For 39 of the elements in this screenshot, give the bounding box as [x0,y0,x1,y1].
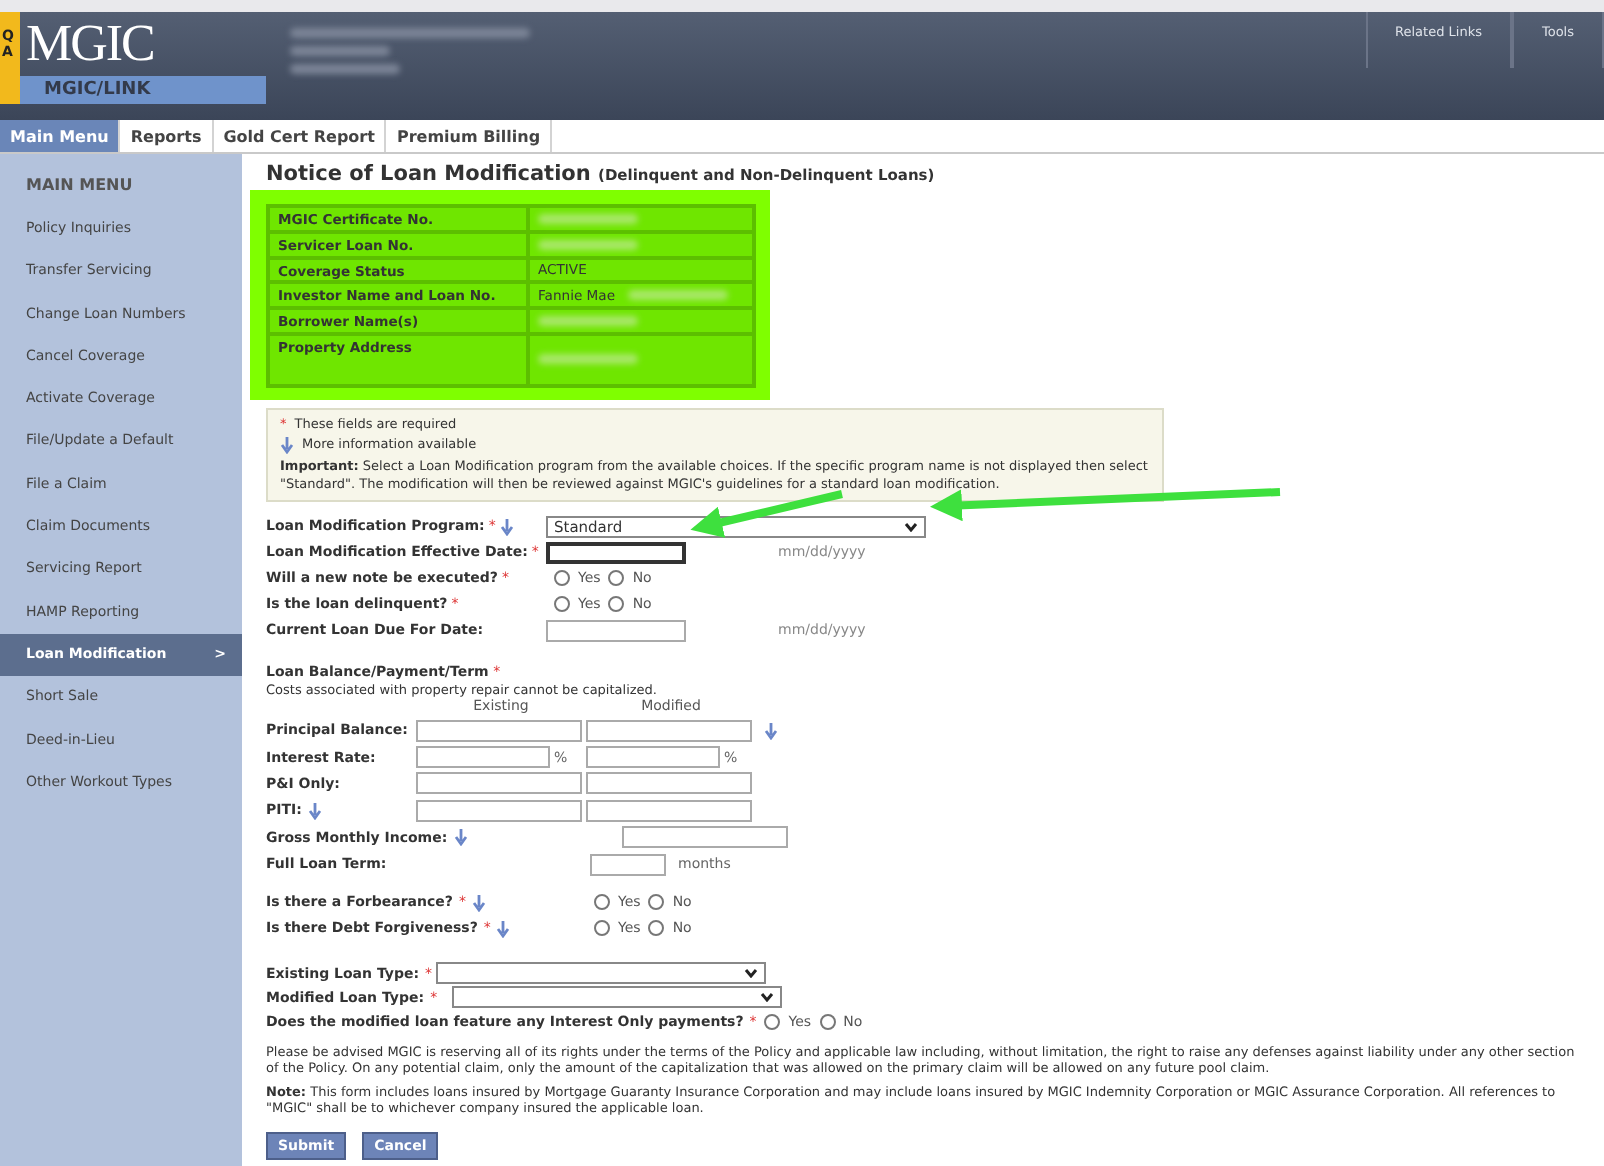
loan-type-select[interactable] [436,962,767,985]
info-icon[interactable] [496,919,511,938]
nav-tab[interactable]: Main Menu [0,120,121,152]
amount-field[interactable] [586,772,752,795]
radio-button[interactable] [648,920,665,937]
date-field[interactable] [546,619,686,642]
blurred-text [290,46,390,56]
radio-button[interactable] [764,1014,781,1031]
amount-field[interactable] [590,853,666,876]
caret-icon [904,521,918,532]
nav-tab[interactable]: Gold Cert Report [213,120,387,152]
amount-field[interactable] [621,826,788,849]
info-icon[interactable] [471,893,486,912]
amount-field[interactable] [586,746,720,769]
info-icon[interactable] [453,828,468,847]
info-icon[interactable] [280,435,294,454]
info-icon[interactable] [499,517,514,536]
amount-field[interactable] [416,772,582,795]
sidebar-heading: MAIN MENU [24,174,135,198]
amount-field[interactable] [416,746,550,769]
radio-button[interactable] [608,596,625,613]
logo: MGIC [24,12,154,76]
amount-field[interactable] [586,799,752,822]
date-field[interactable] [546,541,686,564]
info-icon[interactable] [764,721,778,740]
radio-button[interactable] [554,596,570,613]
loan-type-select[interactable] [451,986,782,1009]
amount-field[interactable] [416,719,582,742]
radio-button[interactable] [594,894,610,911]
radio-button[interactable] [554,570,570,587]
blurred-text [290,64,400,74]
amount-field[interactable] [586,719,752,742]
radio-button[interactable] [608,570,625,587]
amount-field[interactable] [416,799,582,822]
info-icon[interactable] [307,801,322,820]
product-name: MGIC/LINK [0,76,266,104]
radio-button[interactable] [819,1014,836,1031]
radio-button[interactable] [648,894,665,911]
radio-button[interactable] [594,920,610,937]
